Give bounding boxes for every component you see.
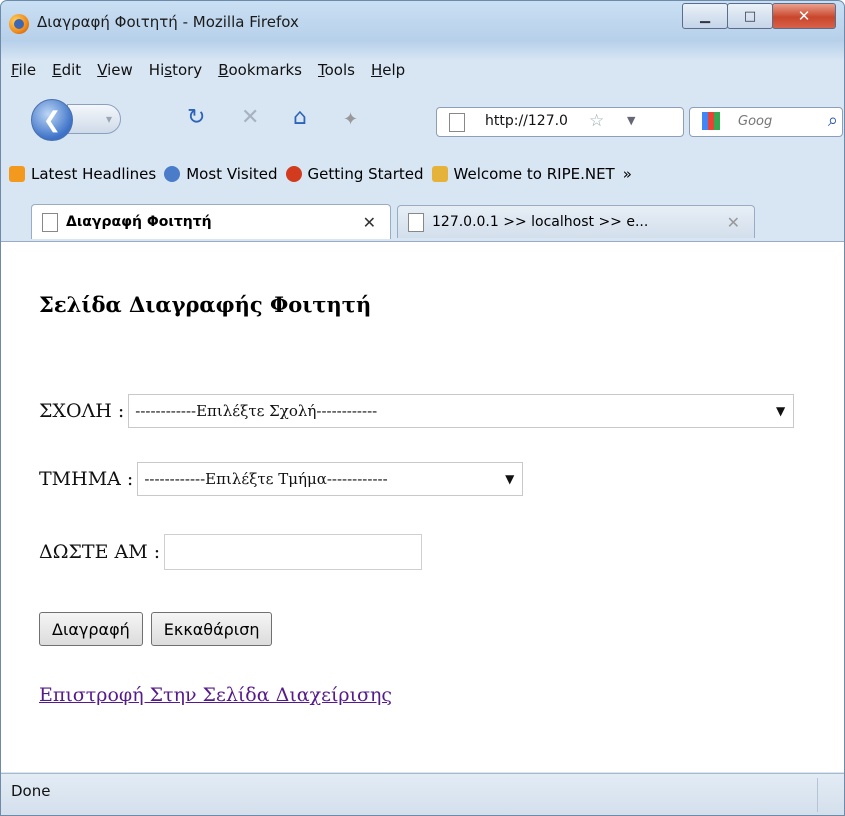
department-row: ΤΜΗΜΑ : ------------Επιλέξτε Τμήμα------… <box>39 462 524 496</box>
bookmark-most-visited[interactable]: Most Visited <box>164 165 278 183</box>
menu-bookmarks[interactable]: Bookmarks <box>218 61 302 89</box>
search-icon[interactable]: ⌕ <box>828 110 838 131</box>
menu-edit[interactable]: Edit <box>52 61 81 89</box>
back-to-admin-link[interactable]: Επιστροφή Στην Σελίδα Διαχείρισης <box>39 684 392 706</box>
url-text: http://127.0 <box>485 113 568 129</box>
tab-page-icon <box>42 212 58 232</box>
actions-row: Διαγραφή Εκκαθάριση <box>39 612 273 646</box>
bookmark-latest-headlines[interactable]: Latest Headlines <box>9 165 156 183</box>
menu-tools[interactable]: Tools <box>318 61 355 89</box>
tab-page-icon <box>408 212 424 232</box>
am-row: ΔΩΣΤΕ ΑΜ : <box>39 534 423 570</box>
page-content: Σελίδα Διαγραφής Φοιτητή ΣΧΟΛΗ : -------… <box>1 241 844 772</box>
bookmark-ripe[interactable]: Welcome to RIPE.NET <box>431 165 615 183</box>
window-controls: ▁ □ ✕ <box>682 3 836 29</box>
search-placeholder: Goog <box>738 114 773 129</box>
title-bar: Διαγραφή Φοιτητή - Mozilla Firefox ▁ □ ✕ <box>1 1 844 45</box>
search-box[interactable]: Goog ⌕ <box>689 107 843 137</box>
bookmarks-overflow[interactable]: » <box>623 165 632 183</box>
browser-window: Διαγραφή Φοιτητή - Mozilla Firefox ▁ □ ✕… <box>0 0 845 816</box>
menu-bar: File Edit View History Bookmarks Tools H… <box>1 61 844 89</box>
am-label: ΔΩΣΤΕ ΑΜ : <box>39 541 161 563</box>
am-input[interactable] <box>164 534 423 570</box>
tab-close-icon[interactable]: ✕ <box>363 213 376 232</box>
bookmark-getting-started[interactable]: Getting Started <box>285 165 424 183</box>
rss-icon <box>9 166 25 182</box>
bookmarks-toolbar: Latest Headlines Most Visited Getting St… <box>1 161 844 187</box>
school-select[interactable]: ------------Επιλέξτε Σχολή------------ ▼ <box>128 394 795 428</box>
close-window-button[interactable]: ✕ <box>772 3 836 29</box>
tab-strip: Διαγραφή Φοιτητή ✕ 127.0.0.1 >> localhos… <box>1 199 844 437</box>
url-bar[interactable]: http://127.0 ☆ ▼ <box>436 107 684 137</box>
chevron-down-icon: ▼ <box>505 472 515 486</box>
delete-button[interactable]: Διαγραφή <box>39 612 143 646</box>
school-label: ΣΧΟΛΗ : <box>39 400 125 422</box>
department-label: ΤΜΗΜΑ : <box>39 468 134 490</box>
window-title: Διαγραφή Φοιτητή - Mozilla Firefox <box>37 13 299 31</box>
reload-icon[interactable]: ↻ <box>187 105 205 130</box>
back-button[interactable]: ❮ <box>31 99 73 141</box>
back-arrow-icon: ❮ <box>42 107 62 133</box>
firefox-icon <box>9 14 29 34</box>
bookmark-star-icon[interactable]: ☆ <box>589 111 604 131</box>
menu-help[interactable]: Help <box>371 61 405 89</box>
minimize-button[interactable]: ▁ <box>682 3 728 29</box>
school-row: ΣΧΟΛΗ : ------------Επιλέξτε Σχολή------… <box>39 394 795 428</box>
stop-icon[interactable]: ✕ <box>241 105 259 130</box>
chevron-down-icon: ▼ <box>776 404 786 418</box>
tab-localhost[interactable]: 127.0.0.1 >> localhost >> e... ✕ <box>397 205 755 238</box>
status-bar: Done <box>1 773 844 815</box>
google-icon[interactable] <box>702 112 720 130</box>
addons-icon[interactable]: ✦ <box>343 109 358 130</box>
firefox-bookmark-icon <box>285 166 302 182</box>
tab-close-icon[interactable]: ✕ <box>727 213 740 232</box>
globe-icon <box>164 166 181 182</box>
menu-view[interactable]: View <box>97 61 133 89</box>
forward-button[interactable]: ▾ <box>67 104 121 134</box>
menu-file[interactable]: File <box>11 61 36 89</box>
clear-button[interactable]: Εκκαθάριση <box>150 612 273 646</box>
tab-delete-student[interactable]: Διαγραφή Φοιτητή ✕ <box>31 204 391 239</box>
status-text: Done <box>11 782 51 800</box>
page-icon <box>449 113 465 132</box>
department-select[interactable]: ------------Επιλέξτε Τμήμα------------ ▼ <box>137 462 524 496</box>
resize-grip[interactable] <box>817 778 838 812</box>
menu-history[interactable]: History <box>149 61 202 89</box>
url-dropdown-icon[interactable]: ▼ <box>627 114 635 127</box>
maximize-button[interactable]: □ <box>727 3 773 29</box>
ripe-icon <box>431 166 448 182</box>
page-title: Σελίδα Διαγραφής Φοιτητή <box>39 292 372 317</box>
home-icon[interactable]: ⌂ <box>293 105 307 130</box>
